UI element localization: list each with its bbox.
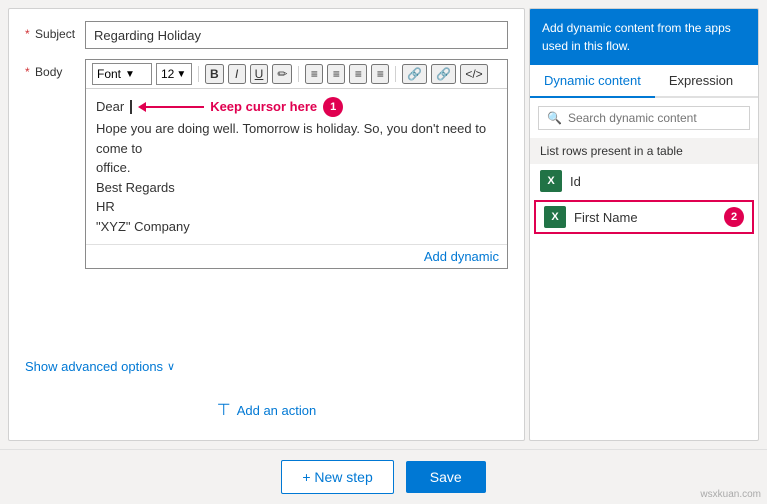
body-row: * Body Font ▼ 12 ▼ B I U [25,59,508,349]
left-panel: * Subject * Body Font ▼ 12 [8,8,525,441]
code-button[interactable]: </> [460,64,487,84]
toolbar-divider-2 [298,66,299,82]
item-label-firstname: First Name [574,210,638,225]
tab-dynamic-content[interactable]: Dynamic content [530,65,655,98]
right-panel: Add dynamic content from the apps used i… [529,8,759,441]
panel-tabs: Dynamic content Expression [530,65,758,98]
cursor-line: Dear Keep cursor here 1 [96,97,497,117]
body-content[interactable]: Dear Keep cursor here 1 Hope you are doi… [86,89,507,244]
bottom-bar: + New step Save [0,449,767,504]
add-action-row: ⊤ Add an action [25,384,508,428]
tab-expression[interactable]: Expression [655,65,747,98]
excel-icon-firstname: X [544,206,566,228]
add-dynamic-row: Add dynamic [86,244,507,268]
underline-button[interactable]: U [250,64,269,84]
firstname-badge: 2 [724,207,744,227]
section-header: List rows present in a table [530,138,758,164]
add-action-icon: ⊤ [217,400,231,420]
link-button[interactable]: 🔗 [402,64,427,84]
body-line-3: office. [96,158,497,178]
body-toolbar: Font ▼ 12 ▼ B I U ✏ ≡ ≡ ≡ ≡ [86,60,507,89]
save-button[interactable]: Save [406,461,486,493]
cursor-badge: 1 [323,97,343,117]
body-line-5: HR [96,197,497,217]
body-line-2: Hope you are doing well. Tomorrow is hol… [96,119,497,158]
excel-icon-id: X [540,170,562,192]
main-container: * Subject * Body Font ▼ 1 2 [0,0,767,449]
dynamic-items-list: X Id X First Name 2 [530,164,758,236]
body-editor[interactable]: Font ▼ 12 ▼ B I U ✏ ≡ ≡ ≡ ≡ [85,59,508,269]
search-icon: 🔍 [547,111,562,125]
watermark: wsxkuan.com [700,489,761,500]
subject-row: * Subject [25,21,508,49]
arrow-shaft [144,106,204,108]
add-action-button[interactable]: ⊤ Add an action [217,400,316,420]
body-required-star: * [25,65,30,79]
subject-required-star: * [25,27,30,41]
unordered-list-button[interactable]: ≡ [327,64,345,84]
cursor-arrow [138,102,204,112]
dynamic-item-id[interactable]: X Id [530,164,758,198]
font-chevron-icon: ▼ [125,69,135,80]
bold-button[interactable]: B [205,64,224,84]
paint-button[interactable]: ✏ [272,64,292,84]
search-input[interactable] [568,111,741,125]
size-chevron-icon: ▼ [176,69,186,80]
blue-tooltip: Add dynamic content from the apps used i… [530,9,758,65]
body-line-4: Best Regards [96,178,497,198]
search-box[interactable]: 🔍 [538,106,750,130]
subject-input[interactable] [85,21,508,49]
body-label: * Body [25,59,77,79]
align-right-button[interactable]: ≡ [371,64,389,84]
italic-button[interactable]: I [228,64,246,84]
dynamic-item-firstname[interactable]: X First Name 2 [534,200,754,234]
align-left-button[interactable]: ≡ [349,64,367,84]
ordered-list-button[interactable]: ≡ [305,64,323,84]
toolbar-divider-1 [198,66,199,82]
advanced-options[interactable]: Show advanced options ∨ [25,359,508,374]
subject-label: * Subject [25,21,77,41]
new-step-button[interactable]: + New step [281,460,393,494]
chevron-down-icon: ∨ [167,360,175,373]
dear-text: Dear [96,97,124,117]
keep-cursor-label: Keep cursor here [210,97,317,117]
item-label-id: Id [570,174,581,189]
size-select[interactable]: 12 ▼ [156,63,192,85]
unlink-button[interactable]: 🔗 [431,64,456,84]
toolbar-divider-3 [395,66,396,82]
body-line-6: "XYZ" Company [96,217,497,237]
cursor-bar [130,100,132,114]
font-select[interactable]: Font ▼ [92,63,152,85]
add-dynamic-link[interactable]: Add dynamic [424,249,499,264]
